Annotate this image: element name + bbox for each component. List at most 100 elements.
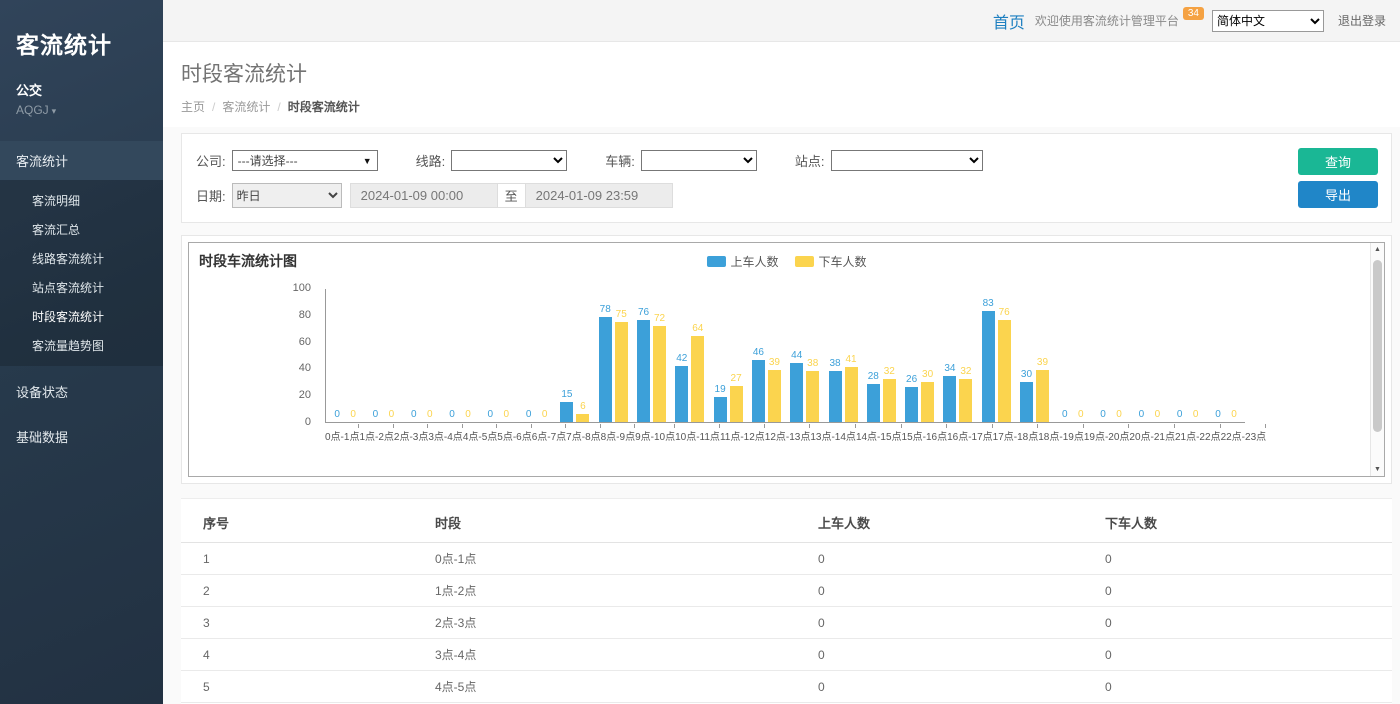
date-preset-select[interactable]: 昨日	[232, 183, 342, 208]
legend-item-1[interactable]: 下车人数	[795, 253, 867, 270]
notification-badge[interactable]: 34	[1183, 7, 1204, 20]
bar[interactable]	[959, 379, 972, 422]
bar[interactable]	[982, 311, 995, 422]
company-select-value: ---请选择---	[238, 152, 298, 169]
bar[interactable]	[576, 414, 589, 422]
breadcrumb-section[interactable]: 客流统计	[222, 100, 270, 114]
bar[interactable]	[768, 370, 781, 422]
bar-column: 0	[1227, 410, 1240, 422]
bar-value-label: 0	[373, 410, 379, 420]
bar-value-label: 0	[1139, 410, 1145, 420]
content: 公司: ---请选择--- ▼ 线路: 车辆:	[163, 127, 1400, 704]
table-cell-2: 0	[796, 671, 1083, 703]
bar[interactable]	[905, 387, 918, 422]
bar[interactable]	[867, 384, 880, 422]
x-tick-label: 4点-5点	[463, 424, 497, 441]
bar-value-label: 0	[1062, 410, 1068, 420]
scrollbar-thumb[interactable]	[1373, 260, 1382, 432]
bar-column: 30	[921, 370, 934, 422]
table-header-row: 序号时段上车人数下车人数	[181, 499, 1392, 543]
bar[interactable]	[1036, 370, 1049, 422]
bar[interactable]	[883, 379, 896, 422]
app-logo: 客流统计	[0, 0, 163, 60]
bar-group-23: 00	[1207, 289, 1245, 422]
vehicle-select[interactable]	[641, 150, 757, 171]
bar[interactable]	[752, 360, 765, 422]
date-from-input[interactable]: 2024-01-09 00:00	[350, 183, 498, 208]
bar-column: 0	[407, 410, 420, 422]
bar-column: 38	[829, 359, 842, 422]
sidebar-subitem-1[interactable]: 客流汇总	[0, 215, 163, 244]
company-select[interactable]: ---请选择--- ▼	[232, 150, 378, 171]
bar-group-3: 00	[441, 289, 479, 422]
bar[interactable]	[943, 376, 956, 422]
bar-column: 0	[331, 410, 344, 422]
x-tick-label: 7点-8点	[566, 424, 600, 441]
scroll-down-icon[interactable]: ▼	[1371, 466, 1384, 473]
x-tick-label: 0点-1点	[325, 424, 359, 441]
sidebar-subitem-5[interactable]: 客流量趋势图	[0, 331, 163, 360]
bar[interactable]	[790, 363, 803, 422]
sidebar-item-0[interactable]: 设备状态	[0, 372, 163, 411]
table-body: 10点-1点0021点-2点0032点-3点0043点-4点0054点-5点00…	[181, 543, 1392, 704]
bar[interactable]	[998, 320, 1011, 422]
table-cell-0: 2	[181, 575, 413, 607]
y-tick-label: 100	[271, 282, 311, 294]
bar[interactable]	[599, 317, 612, 422]
bar-column: 0	[538, 410, 551, 422]
legend-swatch-icon	[795, 256, 814, 267]
org-name: 公交	[0, 60, 163, 99]
bar[interactable]	[637, 320, 650, 422]
bar-column: 44	[790, 351, 803, 422]
bar-value-label: 32	[884, 367, 895, 377]
bar-group-1: 00	[364, 289, 402, 422]
language-select[interactable]: 简体中文	[1212, 10, 1324, 32]
logout-link[interactable]: 退出登录	[1338, 12, 1386, 29]
bar[interactable]	[730, 386, 743, 422]
legend-item-0[interactable]: 上车人数	[706, 253, 778, 270]
bar-group-22: 00	[1169, 289, 1207, 422]
bar[interactable]	[1020, 382, 1033, 422]
bar-column: 0	[385, 410, 398, 422]
home-link[interactable]: 首页	[993, 9, 1025, 33]
bar[interactable]	[714, 397, 727, 422]
bar[interactable]	[806, 371, 819, 422]
table-row: 10点-1点00	[181, 543, 1392, 575]
x-tick-label: 18点-19点	[1038, 424, 1084, 441]
bar-column: 0	[423, 410, 436, 422]
bar[interactable]	[560, 402, 573, 422]
bar-value-label: 0	[389, 410, 395, 420]
query-button[interactable]: 查询	[1298, 148, 1378, 175]
org-code-label: AQGJ	[16, 103, 49, 117]
sidebar-subitem-2[interactable]: 线路客流统计	[0, 244, 163, 273]
sidebar-subitem-3[interactable]: 站点客流统计	[0, 273, 163, 302]
filter-panel: 公司: ---请选择--- ▼ 线路: 车辆:	[181, 133, 1392, 223]
bar[interactable]	[829, 371, 842, 422]
export-button[interactable]: 导出	[1298, 181, 1378, 208]
bar[interactable]	[845, 367, 858, 422]
bar[interactable]	[691, 336, 704, 422]
sidebar-subitem-0[interactable]: 客流明细	[0, 186, 163, 215]
org-selector[interactable]: AQGJ▾	[0, 99, 163, 117]
bar[interactable]	[653, 326, 666, 422]
bar-column: 28	[867, 372, 880, 422]
chart-scrollbar[interactable]: ▲ ▼	[1370, 243, 1384, 476]
date-to-input[interactable]: 2024-01-09 23:59	[525, 183, 673, 208]
bar-value-label: 64	[692, 324, 703, 334]
line-select[interactable]	[451, 150, 567, 171]
bar-group-16: 3432	[939, 289, 977, 422]
bar[interactable]	[615, 322, 628, 423]
sidebar-submenu: 客流明细客流汇总线路客流统计站点客流统计时段客流统计客流量趋势图	[0, 180, 163, 366]
station-select[interactable]	[831, 150, 983, 171]
x-tick-label: 19点-20点	[1084, 424, 1130, 441]
bar-value-label: 30	[922, 370, 933, 380]
sidebar-subitem-4[interactable]: 时段客流统计	[0, 302, 163, 331]
bar[interactable]	[675, 366, 688, 422]
sidebar-item-1[interactable]: 基础数据	[0, 417, 163, 456]
scroll-up-icon[interactable]: ▲	[1371, 246, 1384, 253]
bar-column: 0	[522, 410, 535, 422]
sidebar-item-passenger-stats[interactable]: 客流统计	[0, 141, 163, 180]
bar-value-label: 0	[1231, 410, 1237, 420]
breadcrumb-home[interactable]: 主页	[181, 100, 205, 114]
bar[interactable]	[921, 382, 934, 422]
